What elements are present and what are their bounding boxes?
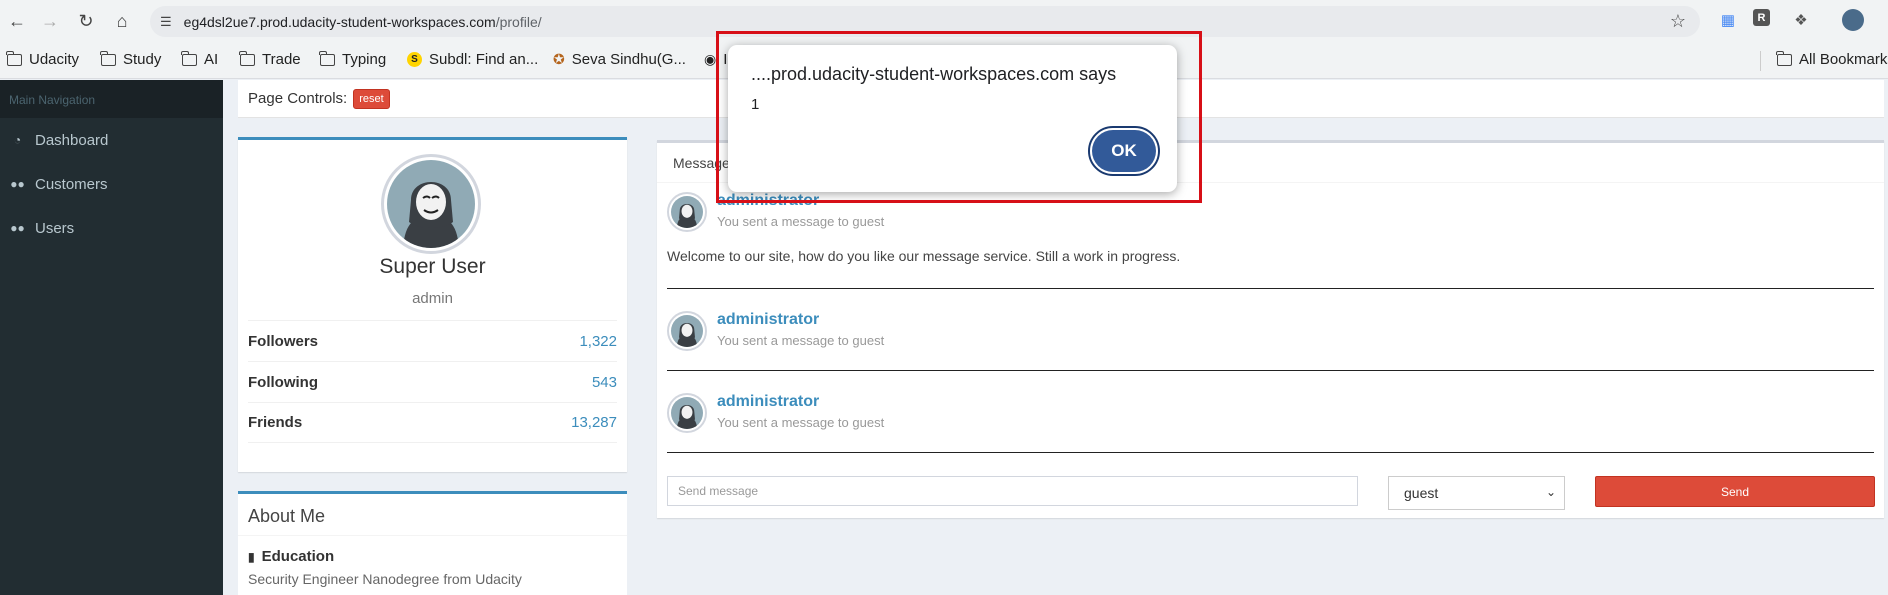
folder-icon bbox=[239, 50, 255, 66]
bookmark-star-icon[interactable]: ☆ bbox=[1670, 11, 1686, 32]
site-settings-icon[interactable]: ☰ bbox=[160, 14, 172, 30]
education-text: Security Engineer Nanodegree from Udacit… bbox=[248, 571, 522, 587]
folder-icon bbox=[100, 50, 116, 66]
home-icon[interactable]: ⌂ bbox=[105, 4, 139, 38]
about-title: About Me bbox=[238, 494, 627, 536]
url-text: eg4dsl2ue7.prod.udacity-student-workspac… bbox=[183, 13, 542, 30]
profile-role: admin bbox=[412, 290, 453, 307]
bookmark-ai[interactable]: AI bbox=[181, 50, 218, 68]
sidebar: Main Navigation ◔ Dashboard ●● Customers… bbox=[0, 80, 223, 595]
sidebar-item-users[interactable]: ●● Users bbox=[0, 206, 223, 250]
sidebar-item-dashboard[interactable]: ◔ Dashboard bbox=[0, 118, 223, 162]
education-heading: ▮ Education bbox=[248, 548, 335, 565]
bookmarks-divider bbox=[1760, 51, 1761, 71]
message-input[interactable]: Send message bbox=[667, 476, 1358, 506]
all-bookmarks[interactable]: All Bookmarks bbox=[1776, 50, 1888, 68]
users-icon: ●● bbox=[10, 177, 25, 191]
avatar bbox=[667, 393, 707, 433]
github-icon: ◉ bbox=[704, 51, 717, 67]
folder-icon bbox=[319, 50, 335, 66]
message-description: You sent a message to guest bbox=[717, 214, 885, 229]
bookmark-github[interactable]: ◉ I bbox=[704, 51, 727, 68]
address-bar[interactable]: ☰ eg4dsl2ue7.prod.udacity-student-worksp… bbox=[150, 6, 1700, 37]
back-icon[interactable]: ← bbox=[0, 4, 34, 38]
browser-toolbar: ← → ↻ ⌂ ☰ eg4dsl2ue7.prod.udacity-studen… bbox=[0, 0, 1888, 43]
bookmark-typing[interactable]: Typing bbox=[319, 50, 386, 68]
sidebar-header: Main Navigation bbox=[0, 80, 223, 118]
message-text: Welcome to our site, how do you like our… bbox=[667, 248, 1181, 264]
page-controls-label: Page Controls: bbox=[248, 90, 348, 107]
extensions-icon[interactable]: ❖ bbox=[1790, 9, 1812, 31]
subdl-icon: S bbox=[407, 52, 422, 67]
message-username[interactable]: administrator bbox=[717, 192, 819, 210]
dashboard-icon: ◔ bbox=[13, 133, 22, 147]
anonymous-mask-icon bbox=[676, 405, 698, 429]
profile-avatar[interactable] bbox=[1842, 9, 1864, 31]
list-item: administrator You sent a message to gues… bbox=[667, 393, 1874, 453]
profile-name: Super User bbox=[379, 255, 486, 278]
avatar bbox=[667, 192, 707, 232]
alert-message: 1 bbox=[751, 96, 760, 113]
sidebar-item-customers[interactable]: ●● Customers bbox=[0, 162, 223, 206]
message-username[interactable]: administrator bbox=[717, 311, 819, 329]
ok-button[interactable]: OK bbox=[1088, 126, 1160, 176]
folder-icon bbox=[6, 50, 22, 66]
chevron-down-icon: ⌄ bbox=[1545, 485, 1556, 499]
emblem-icon: ✪ bbox=[553, 51, 565, 67]
message-description: You sent a message to guest bbox=[717, 333, 885, 348]
send-button[interactable]: Send bbox=[1595, 476, 1875, 507]
r-extension-icon[interactable]: R bbox=[1753, 9, 1770, 26]
anonymous-mask-icon bbox=[676, 204, 698, 228]
folder-icon bbox=[1776, 50, 1792, 66]
bookmark-udacity[interactable]: Udacity bbox=[6, 50, 79, 68]
users-icon: ●● bbox=[10, 221, 25, 235]
bookmark-study[interactable]: Study bbox=[100, 50, 161, 68]
avatar bbox=[381, 154, 481, 254]
list-item: administrator You sent a message to gues… bbox=[667, 311, 1874, 371]
folder-icon bbox=[181, 50, 197, 66]
avatar bbox=[667, 311, 707, 351]
messages-card: Message administrator You sent a message… bbox=[657, 140, 1884, 518]
anonymous-mask-icon bbox=[403, 182, 459, 248]
alert-dialog: ....prod.udacity-student-workspaces.com … bbox=[728, 45, 1177, 192]
recipient-select[interactable]: guest ⌄ bbox=[1388, 476, 1565, 510]
bookmark-seva-sindhu[interactable]: ✪ Seva Sindhu(G... bbox=[553, 51, 686, 68]
about-card: About Me ▮ Education Security Engineer N… bbox=[238, 491, 627, 595]
stat-followers: Followers 1,322 bbox=[248, 320, 617, 361]
anonymous-mask-icon bbox=[676, 323, 698, 347]
message-description: You sent a message to guest bbox=[717, 415, 885, 430]
stat-following: Following 543 bbox=[248, 361, 617, 402]
bookmark-trade[interactable]: Trade bbox=[239, 50, 301, 68]
profile-card: Super User admin Followers 1,322 Followi… bbox=[238, 137, 627, 472]
bookmark-subdl[interactable]: S Subdl: Find an... bbox=[407, 51, 538, 68]
book-icon: ▮ bbox=[248, 549, 255, 564]
stat-friends: Friends 13,287 bbox=[248, 402, 617, 443]
translate-icon[interactable]: ▦ bbox=[1717, 9, 1739, 31]
message-username[interactable]: administrator bbox=[717, 393, 819, 411]
alert-title: ....prod.udacity-student-workspaces.com … bbox=[751, 64, 1117, 84]
forward-icon[interactable]: → bbox=[33, 4, 67, 38]
list-item: administrator You sent a message to gues… bbox=[667, 192, 1874, 289]
profile-stats: Followers 1,322 Following 543 Friends 13… bbox=[248, 320, 617, 443]
reload-icon[interactable]: ↻ bbox=[69, 4, 103, 38]
reset-button[interactable]: reset bbox=[353, 88, 390, 109]
